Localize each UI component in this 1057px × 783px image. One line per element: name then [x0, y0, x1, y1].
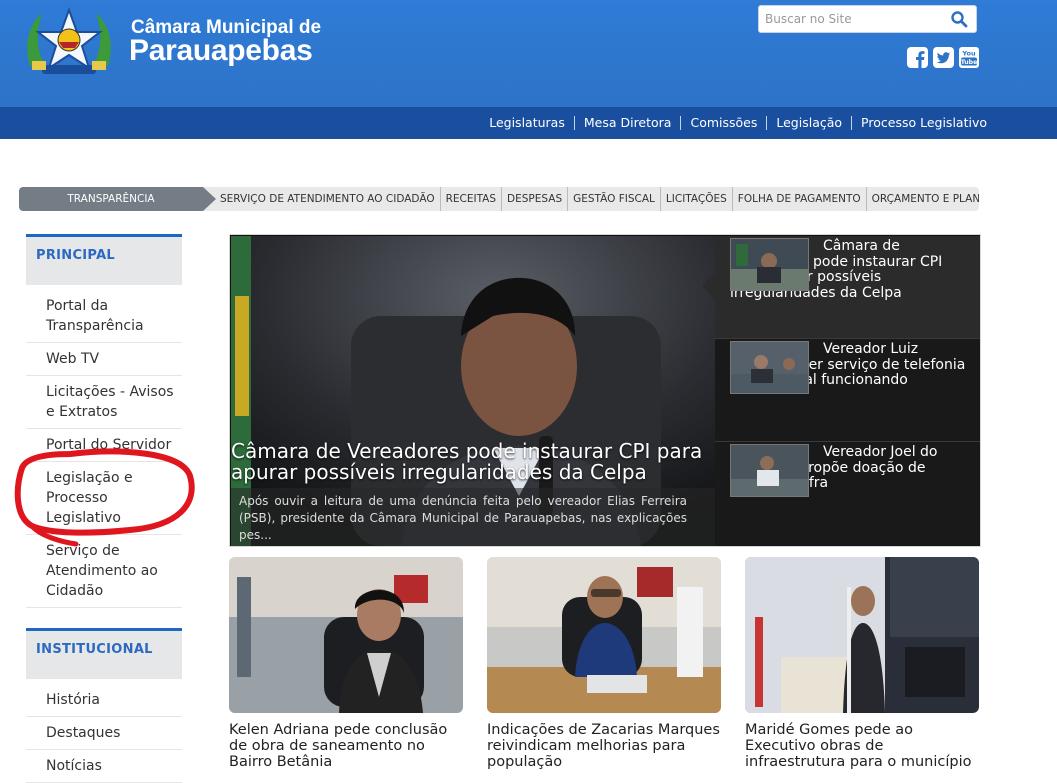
- tbar-link-orcamento[interactable]: ORÇAMENTO E PLANEJAMENTO: [865, 187, 979, 211]
- sidebar-item-portal-transparencia[interactable]: Portal da Transparência: [26, 290, 182, 343]
- sidebar-item-portal-servidor[interactable]: Portal do Servidor: [26, 429, 182, 462]
- sidebar-item-legislacao-processo[interactable]: Legislação e Processo Legislativo: [26, 462, 182, 535]
- main-nav: Legislaturas Mesa Diretora Comissões Leg…: [0, 107, 1057, 139]
- nav-legislaturas[interactable]: Legislaturas: [480, 116, 574, 130]
- brand-line2[interactable]: Parauapebas: [129, 34, 313, 68]
- tbar-link-sac[interactable]: SERVIÇO DE ATENDIMENTO AO CIDADÃO: [216, 187, 440, 211]
- search-box: [758, 5, 977, 33]
- news-card-1-title[interactable]: Kelen Adriana pede conclusão de obra de …: [229, 722, 463, 770]
- featured-summary: Após ouvir a leitura de uma denúncia fei…: [239, 494, 687, 542]
- sidebar-item-destaques[interactable]: Destaques: [26, 717, 182, 750]
- tbar-link-despesas[interactable]: DESPESAS: [501, 187, 567, 211]
- transparency-arrow: [203, 187, 216, 211]
- twitter-icon[interactable]: [933, 47, 954, 68]
- featured-item-2[interactable]: Vereador Luiz Castilho quer serviço de t…: [715, 339, 980, 442]
- news-card-2[interactable]: Indicações de Zacarias Marques reivindic…: [487, 557, 721, 770]
- tbar-link-folha[interactable]: FOLHA DE PAGAMENTO: [731, 187, 866, 211]
- news-card-1-photo[interactable]: [229, 557, 463, 713]
- city-emblem-icon[interactable]: [22, 6, 116, 80]
- featured-thumb-3: [730, 444, 809, 497]
- news-card-2-title[interactable]: Indicações de Zacarias Marques reivindic…: [487, 722, 721, 770]
- nav-processo-legislativo[interactable]: Processo Legislativo: [851, 116, 987, 130]
- transparency-bar: TRANSPARÊNCIA SERVIÇO DE ATENDIMENTO AO …: [19, 187, 979, 211]
- active-indicator-arrow: [702, 273, 715, 299]
- tbar-link-gestao-fiscal[interactable]: GESTÃO FISCAL: [567, 187, 660, 211]
- nav-legislacao[interactable]: Legislação: [766, 116, 851, 130]
- news-card-3-photo[interactable]: [745, 557, 979, 713]
- news-card-1[interactable]: Kelen Adriana pede conclusão de obra de …: [229, 557, 463, 770]
- news-card-3-title[interactable]: Maridé Gomes pede ao Executivo obras de …: [745, 722, 979, 770]
- sidebar-item-licitacoes[interactable]: Licitações - Avisos e Extratos: [26, 376, 182, 429]
- sidebar-principal-list: Portal da Transparência Web TV Licitaçõe…: [26, 290, 182, 608]
- search-icon[interactable]: [950, 10, 968, 28]
- featured-item-3[interactable]: Vereador Joel do Sindicato propõe doação…: [715, 442, 980, 544]
- sidebar-item-historia[interactable]: História: [26, 684, 182, 717]
- news-card-2-photo[interactable]: [487, 557, 721, 713]
- sidebar-institucional-list: História Destaques Notícias: [26, 684, 182, 783]
- featured-title[interactable]: Câmara de Vereadores pode instaurar CPI …: [231, 441, 711, 483]
- featured-list: Câmara de Vereadores pode instaurar CPI …: [702, 236, 980, 546]
- transparency-label: TRANSPARÊNCIA: [19, 187, 203, 211]
- svg-text:You: You: [961, 50, 976, 58]
- featured-slider: Câmara de Vereadores pode instaurar CPI …: [229, 234, 981, 547]
- featured-thumb-2: [730, 341, 809, 394]
- featured-item-1[interactable]: Câmara de Vereadores pode instaurar CPI …: [702, 236, 980, 339]
- sidebar-principal-title: PRINCIPAL: [26, 234, 182, 285]
- site-header: Câmara Municipal de Parauapebas You Tube: [0, 0, 1057, 107]
- tbar-link-licitacoes[interactable]: LICITAÇÕES: [659, 187, 732, 211]
- sidebar-item-sac[interactable]: Serviço de Atendimento ao Cidadão: [26, 535, 182, 608]
- search-input[interactable]: [765, 9, 945, 29]
- facebook-icon[interactable]: [907, 47, 928, 68]
- tbar-link-receitas[interactable]: RECEITAS: [439, 187, 501, 211]
- nav-mesa-diretora[interactable]: Mesa Diretora: [573, 116, 681, 130]
- sidebar-institucional-title: INSTITUCIONAL: [26, 628, 182, 679]
- sidebar-item-noticias[interactable]: Notícias: [26, 750, 182, 783]
- nav-comissoes[interactable]: Comissões: [680, 116, 766, 130]
- sidebar-item-web-tv[interactable]: Web TV: [26, 343, 182, 376]
- svg-text:Tube: Tube: [961, 59, 978, 66]
- featured-thumb-1: [730, 238, 809, 291]
- news-card-3[interactable]: Maridé Gomes pede ao Executivo obras de …: [745, 557, 979, 770]
- youtube-icon[interactable]: You Tube: [959, 47, 979, 68]
